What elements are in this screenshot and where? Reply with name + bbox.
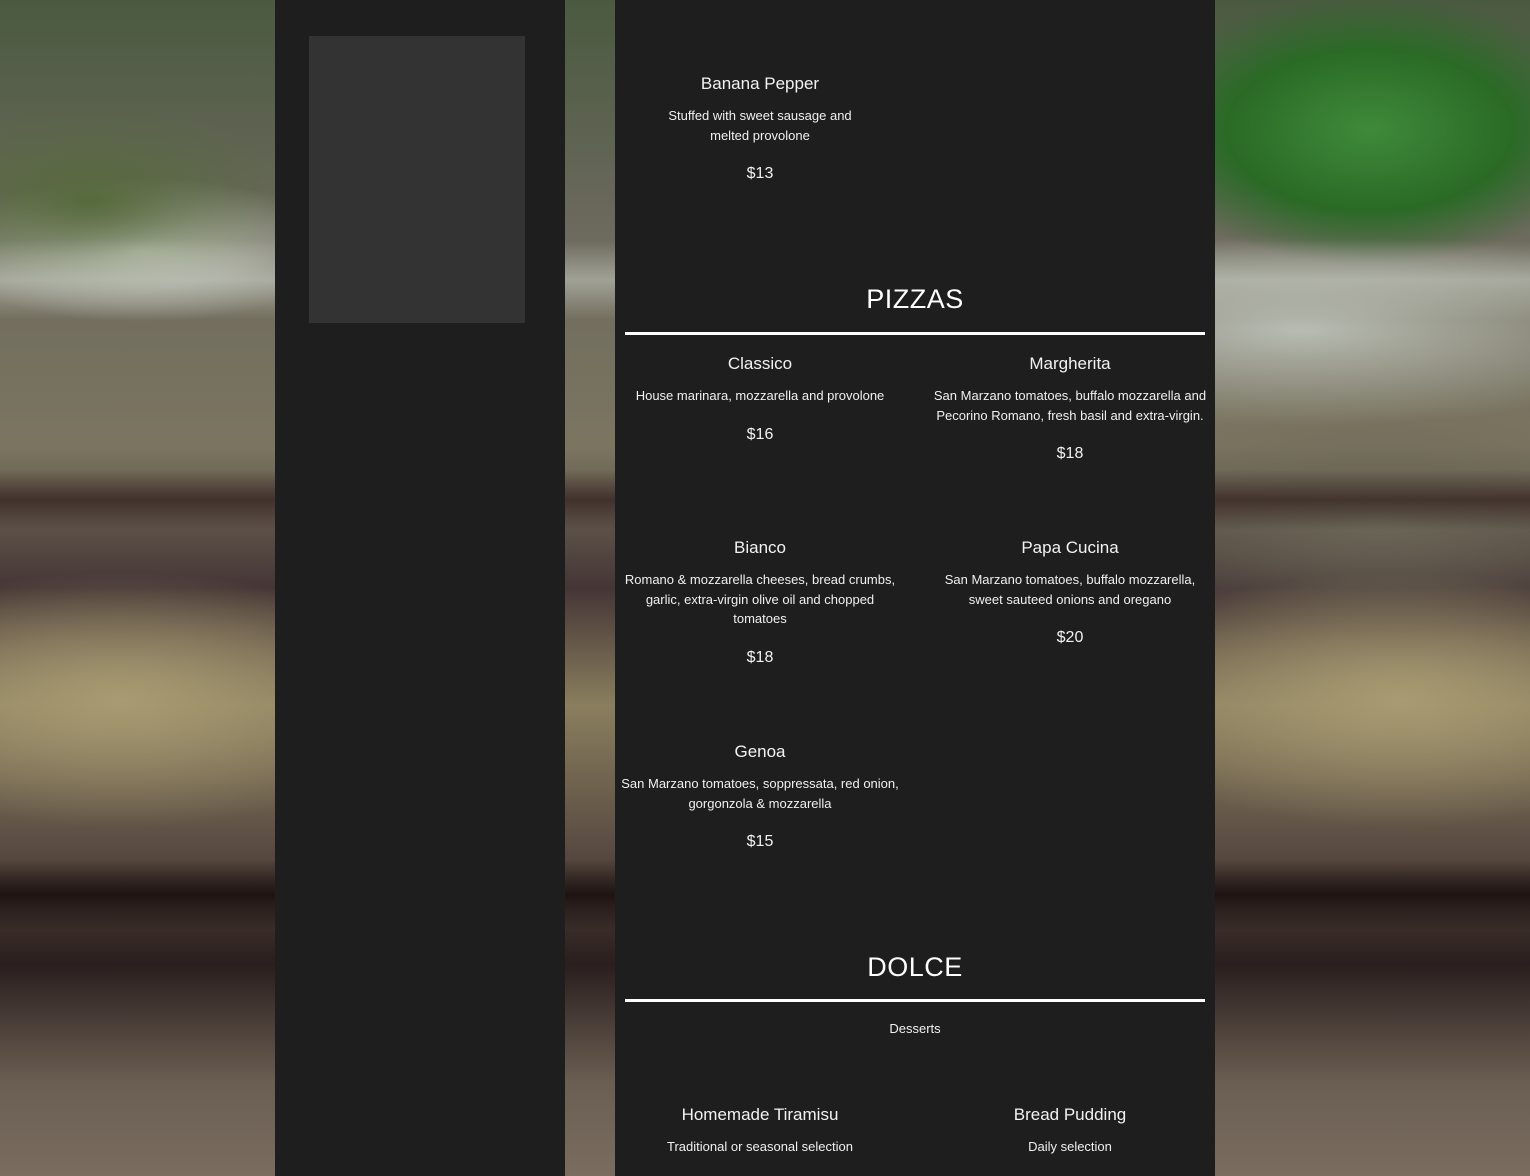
menu-panel: Banana Pepper Stuffed with sweet sausage… bbox=[615, 0, 1215, 1176]
menu-item-description: Daily selection bbox=[1028, 1139, 1112, 1154]
menu-item: Bread Pudding Daily selection bbox=[925, 1104, 1215, 1157]
menu-item-price: $13 bbox=[746, 165, 774, 182]
menu-item: Genoa San Marzano tomatoes, soppressata,… bbox=[615, 741, 905, 853]
section-subtitle: Desserts bbox=[889, 1021, 941, 1036]
menu-item-price: $18 bbox=[746, 648, 774, 666]
menu-item-name: Banana Pepper bbox=[700, 74, 820, 93]
sidebar-panel bbox=[275, 0, 565, 1176]
menu-item-name: Bread Pudding bbox=[1013, 1105, 1127, 1124]
menu-item-name: Classico bbox=[727, 354, 793, 373]
sidebar-image-placeholder bbox=[309, 36, 525, 323]
menu-item-description: Traditional or seasonal selection bbox=[667, 1139, 853, 1154]
menu-item: Banana Pepper Stuffed with sweet sausage… bbox=[615, 73, 905, 185]
menu-item-name: Genoa bbox=[734, 742, 786, 761]
menu-item-price: $20 bbox=[1056, 629, 1084, 646]
menu-item-name: Homemade Tiramisu bbox=[681, 1105, 839, 1124]
section-divider bbox=[625, 332, 1205, 335]
menu-item: Papa Cucina San Marzano tomatoes, buffal… bbox=[925, 537, 1215, 649]
menu-item-description: Stuffed with sweet sausage and melted pr… bbox=[668, 108, 852, 143]
menu-item-description: San Marzano tomatoes, buffalo mozzarella… bbox=[944, 572, 1196, 607]
menu-item: Margherita San Marzano tomatoes, buffalo… bbox=[925, 353, 1215, 465]
menu-item-description: San Marzano tomatoes, soppressata, red o… bbox=[621, 776, 899, 811]
menu-item-description: Romano & mozzarella cheeses, bread crumb… bbox=[624, 572, 896, 626]
section-divider bbox=[625, 999, 1205, 1002]
menu-item-price: $18 bbox=[1056, 445, 1084, 462]
section-title-pizzas: PIZZAS bbox=[866, 284, 964, 314]
menu-item-price: $16 bbox=[746, 425, 774, 443]
menu-item: Bianco Romano & mozzarella cheeses, brea… bbox=[615, 537, 905, 669]
menu-item-description: San Marzano tomatoes, buffalo mozzarella… bbox=[933, 388, 1207, 423]
section-title-dolce: DOLCE bbox=[867, 952, 963, 982]
menu-item-name: Margherita bbox=[1029, 354, 1111, 373]
menu-item-description: House marinara, mozzarella and provolone bbox=[635, 388, 885, 403]
menu-item-name: Papa Cucina bbox=[1021, 538, 1119, 557]
menu-item: Classico House marinara, mozzarella and … bbox=[615, 353, 905, 446]
menu-item: Homemade Tiramisu Traditional or seasona… bbox=[615, 1104, 905, 1157]
menu-item-name: Bianco bbox=[734, 538, 786, 557]
menu-item-price: $15 bbox=[746, 833, 774, 850]
